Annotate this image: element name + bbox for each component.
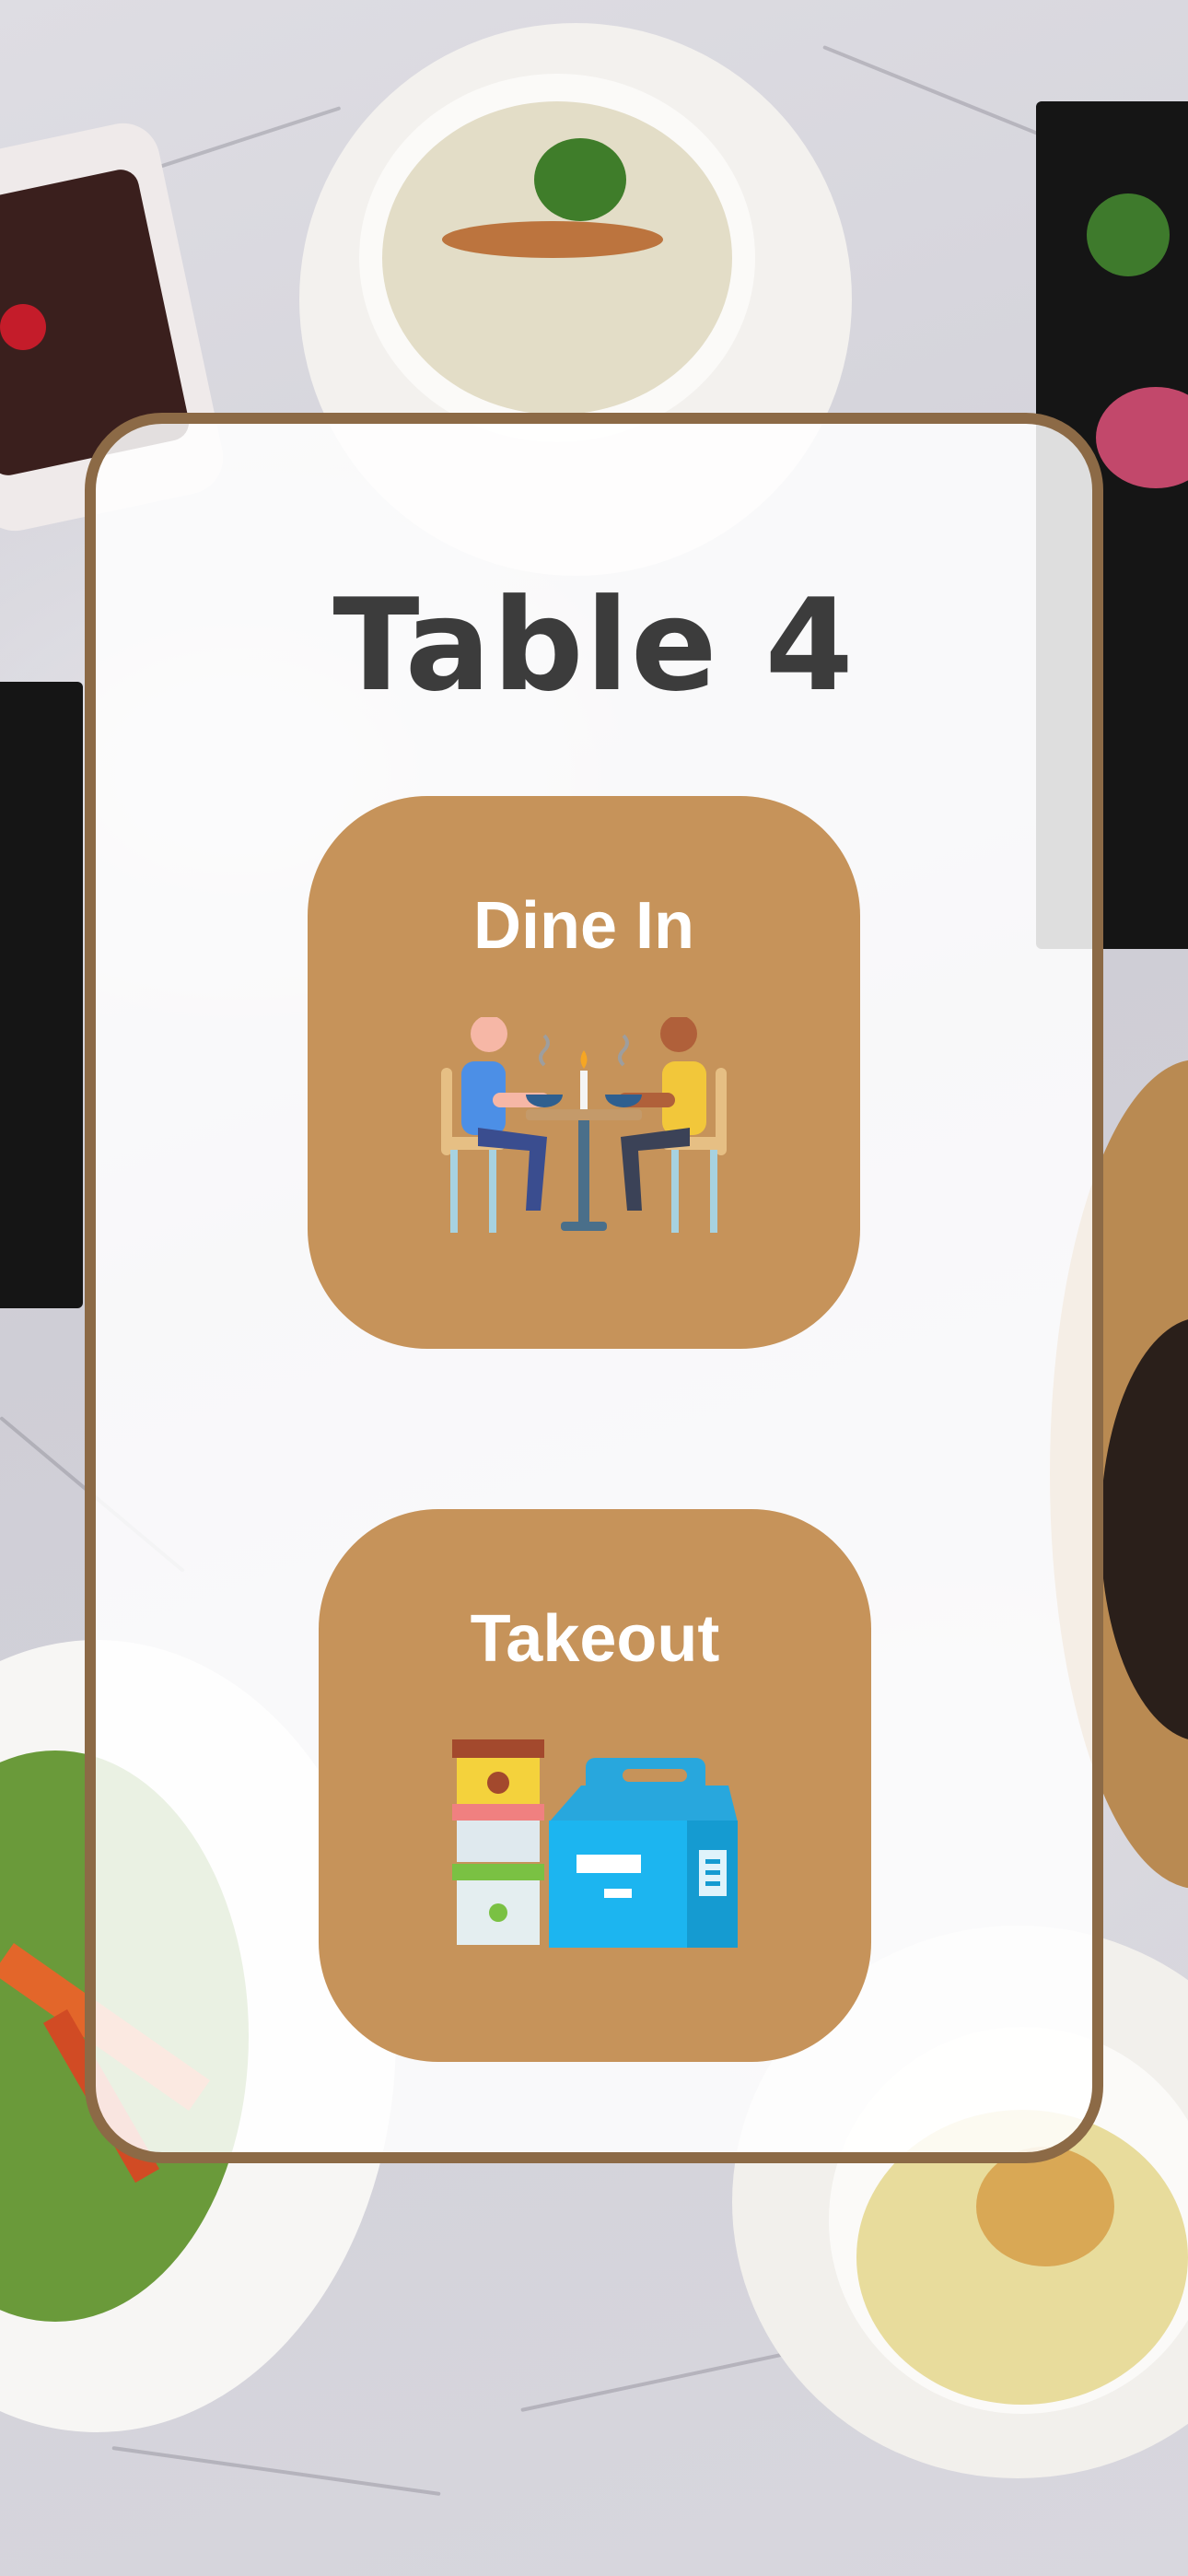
takeout-box-icon bbox=[452, 1739, 738, 1948]
dine-in-label: Dine In bbox=[472, 889, 694, 963]
dine-in-button[interactable]: Dine In bbox=[308, 796, 860, 1349]
takeout-button[interactable]: Takeout bbox=[319, 1509, 871, 2062]
dining-couple-icon bbox=[441, 1017, 727, 1233]
takeout-label: Takeout bbox=[470, 1602, 720, 1676]
order-type-card: Table 4 Dine In Takeout bbox=[85, 413, 1103, 2163]
page-title: Table 4 bbox=[332, 571, 856, 720]
